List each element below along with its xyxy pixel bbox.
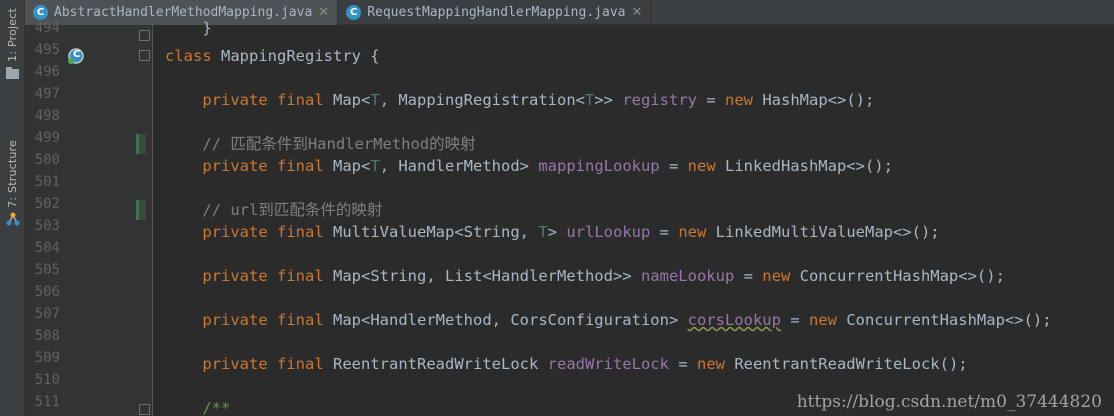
line-number: 504 [34,240,60,256]
vcs-change-marker[interactable] [136,134,146,154]
code-line-503: private final MultiValueMap<String, T> u… [202,223,940,241]
line-number: 502 [34,196,60,212]
line-number: 509 [34,350,60,366]
code-line-500: private final Map<T, HandlerMethod> mapp… [202,157,893,175]
line-number: 494 [34,20,60,36]
folder-icon [6,66,20,80]
line-number: 503 [34,218,60,234]
class-gutter-icon[interactable]: C [67,47,85,65]
line-number: 497 [34,86,60,102]
line-number: 508 [34,328,60,344]
code-line-511: /** [202,399,231,416]
code-line-507: private final Map<HandlerMethod, CorsCon… [202,311,1052,329]
code-line-495: class MappingRegistry { [165,47,380,65]
tab-request-mapping-handler-mapping[interactable]: C RequestMappingHandlerMapping.java ✕ [338,0,652,25]
code-editor[interactable]: } class MappingRegistry { private final … [153,19,1114,416]
project-tool-label: 1: Project [6,8,19,62]
code-line-502: // url到匹配条件的映射 [202,201,383,219]
code-line-494: } [202,19,212,37]
line-number: 499 [34,130,60,146]
code-line-509: private final ReentrantReadWriteLock rea… [202,355,968,373]
tab-title: RequestMappingHandlerMapping.java [367,5,626,20]
class-icon: C [346,5,362,20]
close-icon[interactable]: ✕ [318,5,329,20]
class-gutter-letter: C [73,49,81,60]
vcs-change-marker[interactable] [136,200,146,220]
project-tool-button[interactable]: 1: Project [2,8,23,80]
line-number: 495 [34,42,60,58]
line-number: 511 [34,394,60,410]
line-number: 498 [34,108,60,124]
tool-window-strip: 1: Project 7: Structure [0,0,25,416]
line-number: 500 [34,152,60,168]
line-number: 496 [34,64,60,80]
line-number: 505 [34,262,60,278]
structure-icon [6,212,20,226]
line-number: 506 [34,284,60,300]
structure-tool-label: 7: Structure [6,140,19,208]
fold-marker[interactable] [139,404,150,415]
line-number: 501 [34,174,60,190]
code-line-499: // 匹配条件到HandlerMethod的映射 [202,135,476,153]
watermark: https://blog.csdn.net/m0_37444820 [796,392,1102,412]
close-icon[interactable]: ✕ [631,5,642,20]
structure-tool-button[interactable]: 7: Structure [2,140,23,226]
code-line-505: private final Map<String, List<HandlerMe… [202,267,1005,285]
line-number: 507 [34,306,60,322]
code-line-497: private final Map<T, MappingRegistration… [202,91,875,109]
fold-marker[interactable] [139,50,150,61]
fold-marker[interactable] [139,30,150,41]
line-number: 510 [34,372,60,388]
